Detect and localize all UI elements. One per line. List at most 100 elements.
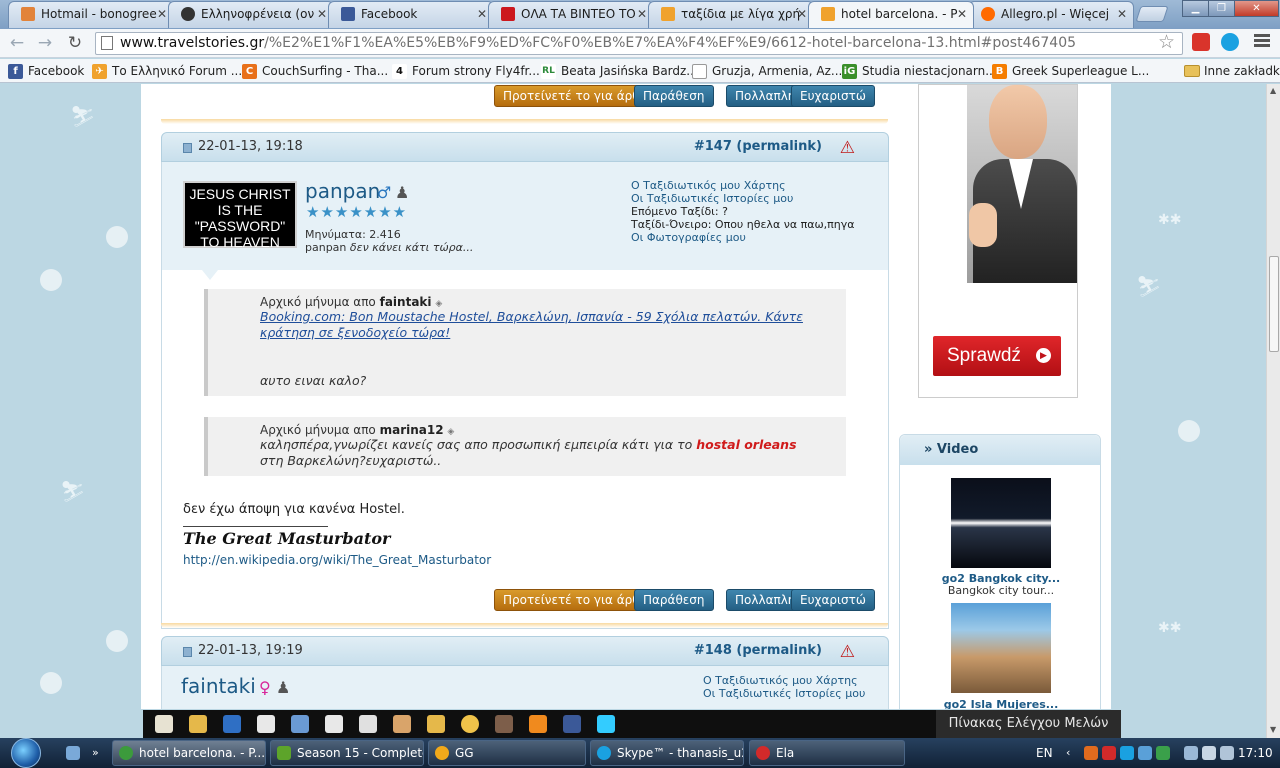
tab-close-icon[interactable]: ✕ [797, 2, 807, 26]
home-icon[interactable] [155, 715, 173, 733]
tray-expand-icon[interactable]: ‹ [1066, 738, 1070, 768]
scroll-up-icon[interactable]: ▲ [1270, 86, 1276, 95]
tab-ellinofreneia[interactable]: Ελληνοφρένεια (ον ✕ [168, 1, 334, 28]
info-icon[interactable] [223, 715, 241, 733]
back-button[interactable]: ← [5, 32, 29, 54]
report-post-icon[interactable]: ⚠ [840, 642, 855, 662]
reload-button[interactable]: ↻ [63, 32, 87, 54]
tab-close-icon[interactable]: ✕ [157, 2, 167, 26]
calendar-icon[interactable] [325, 715, 343, 733]
tab-hotel-barcelona[interactable]: hotel barcelona. - P ✕ [808, 1, 974, 28]
facebook-icon[interactable] [563, 715, 581, 733]
bookmark-greek-forum[interactable]: ✈ Το Ελληνικό Forum ... [92, 62, 242, 80]
travel-map-link[interactable]: Ο Ταξιδιωτικός μου Χάρτης [631, 179, 855, 192]
taskbar-skype[interactable]: Skype™ - thanasis_u2 [590, 740, 744, 766]
quote-button[interactable]: Παράθεση [634, 589, 714, 611]
bookmark-gruzja[interactable]: Gruzja, Armenia, Az... [692, 62, 842, 80]
taskbar-ela[interactable]: Ela [749, 740, 905, 766]
tab-allegro[interactable]: Allegro.pl - Więcej ✕ [968, 1, 1134, 28]
thanks-button[interactable]: Ευχαριστώ [791, 85, 875, 107]
users-icon[interactable] [291, 715, 309, 733]
tab-close-icon[interactable]: ✕ [477, 2, 487, 26]
snow-globe-decoration-icon [106, 630, 128, 652]
permalink-link[interactable]: permalink [742, 139, 816, 154]
tray-network-icon[interactable] [1184, 746, 1198, 760]
tab-facebook[interactable]: Facebook ✕ [328, 1, 494, 28]
quote-booking-link[interactable]: Booking.com: Bon Moustache Hostel, Βαρκε… [260, 309, 836, 341]
video-thumbnail[interactable] [951, 603, 1051, 693]
username-link[interactable]: panpan [305, 179, 380, 203]
joystick-icon[interactable] [495, 715, 513, 733]
extension-icon[interactable] [1192, 33, 1210, 51]
tab-close-icon[interactable]: ✕ [637, 2, 647, 26]
taskbar-gg[interactable]: GG [428, 740, 586, 766]
new-tab-button[interactable] [1135, 6, 1169, 22]
scroll-thumb[interactable] [1269, 256, 1279, 352]
bookmark-facebook[interactable]: f Facebook [8, 62, 84, 80]
twitter-icon[interactable] [597, 715, 615, 733]
video-title-link[interactable]: go2 Isla Mujeres... [900, 698, 1102, 709]
menu-icon[interactable] [1254, 34, 1270, 50]
avatar[interactable]: JESUS CHRIST IS THE "PASSWORD" TO HEAVEN [183, 181, 297, 250]
bookmark-star-icon[interactable]: ☆ [1158, 31, 1175, 53]
tab-close-icon[interactable]: ✕ [317, 2, 327, 26]
bookmark-fly4free[interactable]: 4 Forum strony Fly4fr... [392, 62, 540, 80]
tray-volume-icon[interactable] [1202, 746, 1216, 760]
tray-app-icon[interactable] [1084, 746, 1098, 760]
key-icon[interactable] [189, 715, 207, 733]
travel-stories-link[interactable]: Οι Ταξιδιωτικές Ιστορίες μου [631, 192, 855, 205]
forward-button[interactable]: → [33, 32, 57, 54]
bookmark-greek-superleague[interactable]: B Greek Superleague L... [992, 62, 1149, 80]
taskbar-utorrent[interactable]: Season 15 - Complete [270, 740, 424, 766]
thanks-button[interactable]: Ευχαριστώ [791, 589, 875, 611]
tray-dropbox-icon[interactable] [1138, 746, 1152, 760]
groups-icon[interactable] [393, 715, 411, 733]
maximize-button[interactable]: ❐ [1208, 0, 1235, 17]
messages-icon[interactable] [359, 715, 377, 733]
language-indicator[interactable]: EN [1036, 738, 1053, 768]
quick-launch-overflow-icon[interactable]: » [92, 738, 99, 768]
report-post-icon[interactable]: ⚠ [840, 138, 855, 158]
tray-ela-icon[interactable] [1102, 746, 1116, 760]
member-control-panel-button[interactable]: Πίνακας Ελέγχου Μελών [936, 710, 1121, 738]
advertisement[interactable]: Sprawdź ▶ [918, 84, 1078, 398]
bookmark-couchsurfing[interactable]: C CouchSurfing - Tha... [242, 62, 388, 80]
permalink-link[interactable]: permalink [742, 643, 816, 658]
couchsurfing-icon: C [242, 64, 257, 79]
ad-check-button[interactable]: Sprawdź ▶ [933, 336, 1061, 376]
other-bookmarks[interactable]: Inne zakładki [1184, 62, 1280, 80]
travel-stories-link[interactable]: Οι Ταξιδιωτικές Ιστορίες μου [703, 687, 865, 700]
tray-check-icon[interactable] [1156, 746, 1170, 760]
video-thumbnail[interactable] [951, 478, 1051, 568]
tray-power-icon[interactable] [1220, 746, 1234, 760]
quote-button[interactable]: Παράθεση [634, 85, 714, 107]
start-button[interactable] [11, 738, 41, 768]
travel-map-link[interactable]: Ο Ταξιδιωτικός μου Χάρτης [703, 674, 865, 687]
skype-icon[interactable] [1221, 33, 1239, 51]
tray-skype-icon[interactable] [1120, 746, 1134, 760]
tab-hotmail[interactable]: Hotmail - bonogree ✕ [8, 1, 174, 28]
stats-icon[interactable] [427, 715, 445, 733]
address-bar[interactable]: www.travelstories.gr/%E2%E1%F1%EA%E5%EB%… [95, 32, 1183, 55]
tab-close-icon[interactable]: ✕ [1117, 2, 1127, 26]
book-icon[interactable] [257, 715, 275, 733]
photos-link[interactable]: Οι Φωτογραφίες μου [631, 231, 855, 244]
minimize-button[interactable]: ▁ [1182, 0, 1209, 17]
rss-icon[interactable] [529, 715, 547, 733]
username-link[interactable]: faintaki [181, 674, 256, 698]
view-post-icon[interactable]: ◈ [435, 299, 442, 309]
scroll-down-icon[interactable]: ▼ [1270, 725, 1276, 734]
tab-youtube[interactable]: ΟΛΑ ΤΑ ΒΙΝΤΕΟ ΤΟ ✕ [488, 1, 654, 28]
clock[interactable]: 17:10 [1238, 738, 1273, 768]
tab-travel-cheap[interactable]: ταξίδια με λίγα χρή ✕ [648, 1, 814, 28]
taskbar-chrome[interactable]: hotel barcelona. - P... [112, 740, 266, 766]
signature-link[interactable]: http://en.wikipedia.org/wiki/The_Great_M… [183, 553, 491, 567]
tab-close-icon[interactable]: ✕ [957, 2, 967, 26]
page-scrollbar[interactable]: ▲ ▼ [1266, 84, 1280, 738]
bookmark-beata[interactable]: RL Beata Jasińska Bardz... [541, 62, 698, 80]
medal-icon[interactable] [461, 715, 479, 733]
view-post-icon[interactable]: ◈ [447, 427, 454, 437]
close-window-button[interactable]: ✕ [1234, 0, 1279, 17]
bookmark-studia[interactable]: iG Studia niestacjonarn... [842, 62, 997, 80]
show-desktop-icon[interactable] [66, 746, 80, 760]
